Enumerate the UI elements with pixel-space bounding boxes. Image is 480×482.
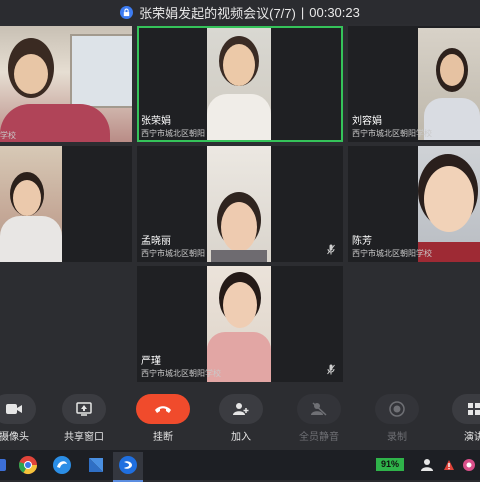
participant-video	[207, 266, 271, 382]
video-tile-6[interactable]: 陈芳 西宁市城北区朝阳学校	[348, 146, 480, 262]
participant-video	[418, 28, 480, 140]
mic-muted-icon	[327, 244, 335, 255]
battery-indicator: 91%	[376, 458, 404, 471]
camera-icon	[6, 404, 22, 414]
participant-video	[0, 26, 132, 142]
title-bar: 张荣娟发起的视频会议(7/7) | 00:30:23	[0, 0, 480, 24]
meeting-toolbar: 摄像头 共享窗口 挂断 加入 全员静音 录制 演讲	[0, 384, 480, 450]
participant-video	[418, 146, 480, 262]
add-participant-label: 加入	[231, 432, 251, 443]
share-window-label: 共享窗口	[64, 432, 104, 443]
mute-all-label: 全员静音	[299, 432, 339, 443]
pinned-app-icon[interactable]	[0, 455, 20, 475]
video-tile-7[interactable]: 严瑾 西宁市城北区朝阳学校	[137, 266, 343, 382]
participant-org: 西宁市城北区朝阳	[141, 129, 205, 138]
chrome-icon[interactable]	[18, 455, 38, 475]
present-button[interactable]: 演讲	[446, 394, 480, 444]
participant-name: 孟晓丽	[141, 236, 171, 247]
participant-org: 西宁市城北区朝阳学校	[352, 249, 432, 258]
participant-name: 陈芳	[352, 236, 372, 247]
share-window-button[interactable]: 共享窗口	[56, 394, 112, 444]
participant-name: 张荣娟	[141, 116, 171, 127]
hangup-button[interactable]: 挂断	[135, 394, 191, 444]
user-icon[interactable]	[420, 458, 434, 472]
record-label: 录制	[387, 432, 407, 443]
participant-org: 学校	[0, 131, 16, 140]
participant-org: 西宁市城北区朝阳	[141, 249, 205, 258]
hangup-label: 挂断	[153, 432, 173, 443]
video-tile-4[interactable]	[0, 146, 132, 262]
meeting-title: 张荣娟发起的视频会议(7/7)	[139, 5, 296, 21]
meeting-app-icon	[119, 456, 137, 474]
participant-org: 西宁市城北区朝阳学校	[352, 129, 432, 138]
participant-name: 严瑾	[141, 356, 161, 367]
participant-org: 西宁市城北区朝阳学校	[141, 369, 221, 378]
tray-icon[interactable]	[462, 458, 476, 472]
record-icon	[389, 401, 405, 417]
notification-icon[interactable]	[442, 458, 456, 472]
lock-icon	[120, 5, 134, 19]
mute-all-button[interactable]: 全员静音	[291, 394, 347, 444]
camera-label: 摄像头	[0, 432, 29, 443]
mute-all-icon	[311, 402, 327, 416]
share-screen-icon	[76, 402, 92, 416]
video-grid: 学校 张荣娟 西宁市城北区朝阳 刘容娟 西宁市城北区朝阳学校 孟晓丽 西宁市城北…	[0, 24, 480, 384]
browser-icon[interactable]	[52, 455, 72, 475]
add-participant-button[interactable]: 加入	[213, 394, 269, 444]
app-icon[interactable]	[86, 455, 106, 475]
participant-video	[207, 146, 271, 262]
video-tile-2[interactable]: 张荣娟 西宁市城北区朝阳	[137, 26, 343, 142]
video-tile-3[interactable]: 刘容娟 西宁市城北区朝阳学校	[348, 26, 480, 142]
title-separator: |	[300, 4, 305, 20]
taskbar: 91%	[0, 450, 480, 482]
camera-button[interactable]: 摄像头	[0, 394, 42, 444]
present-icon	[468, 403, 480, 415]
participant-video	[207, 28, 271, 140]
record-button[interactable]: 录制	[369, 394, 425, 444]
hangup-icon	[155, 406, 171, 413]
mic-muted-icon	[327, 364, 335, 375]
active-taskbar-item[interactable]	[113, 452, 143, 482]
meeting-timer: 00:30:23	[309, 4, 360, 20]
video-tile-5[interactable]: 孟晓丽 西宁市城北区朝阳	[137, 146, 343, 262]
participant-video	[0, 146, 62, 262]
add-user-icon	[233, 403, 249, 415]
participant-name: 刘容娟	[352, 116, 382, 127]
present-label: 演讲	[464, 432, 480, 443]
video-tile-1[interactable]: 学校	[0, 26, 132, 142]
